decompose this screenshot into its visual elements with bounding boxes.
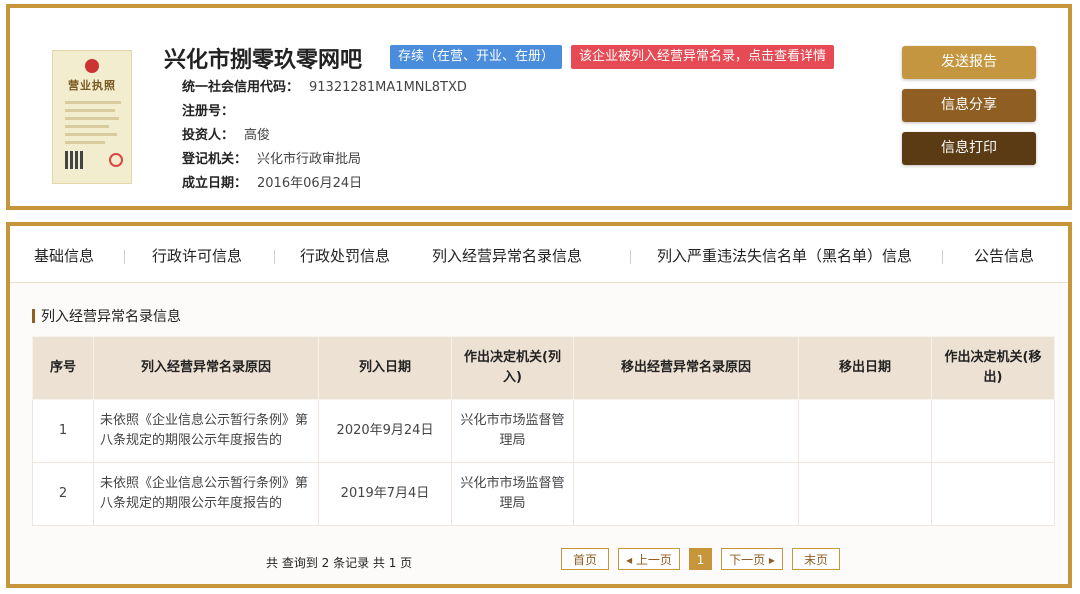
info-investor: 投资人： 高俊 xyxy=(182,124,270,143)
info-label: 投资人： xyxy=(182,128,235,143)
section-title: 列入经营异常名录信息 xyxy=(32,306,181,326)
col-header-remove-authority: 作出决定机关(移出) xyxy=(931,336,1055,400)
table-row: 2 未依照《企业信息公示暂行条例》第八条规定的期限公示年度报告的 2019年7月… xyxy=(32,462,1055,526)
cell-date: 2019年7月4日 xyxy=(318,462,452,526)
license-text-line xyxy=(65,141,105,144)
col-header-reason: 列入经营异常名录原因 xyxy=(93,336,319,400)
qr-code-icon xyxy=(65,151,83,169)
detail-panel: 基础信息 行政许可信息 行政处罚信息 列入经营异常名录信息 列入严重违法失信名单… xyxy=(6,222,1072,588)
company-header-panel: 营业执照 兴化市捌零玖零网吧 存续（在营、开业、在册） 该企业被列入经营异常名录… xyxy=(6,4,1072,210)
table-row: 1 未依照《企业信息公示暂行条例》第八条规定的期限公示年度报告的 2020年9月… xyxy=(32,399,1055,463)
pager-first-button[interactable]: 首页 xyxy=(561,548,609,570)
cell-remove-date xyxy=(798,399,932,463)
info-label: 登记机关： xyxy=(182,152,248,167)
business-license-image[interactable]: 营业执照 xyxy=(52,50,132,184)
tab-separator xyxy=(942,250,943,264)
info-label: 统一社会信用代码： xyxy=(182,80,300,95)
cell-date: 2020年9月24日 xyxy=(318,399,452,463)
pager-page-1[interactable]: 1 xyxy=(689,548,712,570)
cell-authority: 兴化市市场监督管理局 xyxy=(451,399,574,463)
send-report-button[interactable]: 发送报告 xyxy=(902,46,1036,79)
tab-admin-penalty[interactable]: 行政处罚信息 xyxy=(300,242,390,270)
cell-remove-date xyxy=(798,462,932,526)
tab-admin-license[interactable]: 行政许可信息 xyxy=(152,242,242,270)
tab-separator xyxy=(630,250,631,264)
abnormal-warning-badge[interactable]: 该企业被列入经营异常名录，点击查看详情 xyxy=(571,45,835,69)
license-text-line xyxy=(65,125,109,128)
license-title: 营业执照 xyxy=(68,79,116,92)
abnormal-list-table: 序号 列入经营异常名录原因 列入日期 作出决定机关(列入) 移出经营异常名录原因… xyxy=(32,336,1055,526)
cell-no: 2 xyxy=(32,462,94,526)
pager-summary: 共 查询到 2 条记录 共 1 页 xyxy=(266,556,413,570)
cell-authority: 兴化市市场监督管理局 xyxy=(451,462,574,526)
info-value: 91321281MA1MNL8TXD xyxy=(309,80,467,95)
license-text-line xyxy=(65,109,115,112)
info-credit-code: 统一社会信用代码： 91321281MA1MNL8TXD xyxy=(182,76,467,95)
cell-remove-reason xyxy=(573,399,799,463)
cell-remove-authority xyxy=(931,462,1055,526)
col-header-no: 序号 xyxy=(32,336,94,400)
info-value: 高俊 xyxy=(244,128,271,143)
info-establish-date: 成立日期： 2016年06月24日 xyxy=(182,172,362,191)
license-text-line xyxy=(65,117,119,120)
company-name: 兴化市捌零玖零网吧 xyxy=(164,48,363,73)
tab-bar: 基础信息 行政许可信息 行政处罚信息 列入经营异常名录信息 列入严重违法失信名单… xyxy=(10,226,1068,283)
col-header-remove-reason: 移出经营异常名录原因 xyxy=(573,336,799,400)
tab-blacklist[interactable]: 列入严重违法失信名单（黑名单）信息 xyxy=(657,242,912,270)
info-registration-authority: 登记机关： 兴化市行政审批局 xyxy=(182,148,361,167)
share-info-button[interactable]: 信息分享 xyxy=(902,89,1036,122)
info-label: 注册号： xyxy=(182,104,235,119)
cell-no: 1 xyxy=(32,399,94,463)
pager-prev-button[interactable]: ◂ 上一页 xyxy=(618,548,680,570)
col-header-remove-date: 移出日期 xyxy=(798,336,932,400)
tab-separator xyxy=(274,250,275,264)
cell-remove-authority xyxy=(931,399,1055,463)
info-value: 兴化市行政审批局 xyxy=(257,152,362,167)
seal-icon xyxy=(109,153,123,167)
info-label: 成立日期： xyxy=(182,176,248,191)
tab-separator xyxy=(124,250,125,264)
cell-reason: 未依照《企业信息公示暂行条例》第八条规定的期限公示年度报告的 xyxy=(93,399,319,463)
info-value: 2016年06月24日 xyxy=(257,176,363,191)
cell-remove-reason xyxy=(573,462,799,526)
license-text-line xyxy=(65,101,121,104)
pager-last-button[interactable]: 末页 xyxy=(792,548,840,570)
info-registration-number: 注册号： xyxy=(182,100,244,119)
tab-basic-info[interactable]: 基础信息 xyxy=(34,242,94,270)
tab-announcements[interactable]: 公告信息 xyxy=(974,242,1034,270)
pager-next-button[interactable]: 下一页 ▸ xyxy=(721,548,783,570)
national-emblem-icon xyxy=(85,59,99,73)
cell-reason: 未依照《企业信息公示暂行条例》第八条规定的期限公示年度报告的 xyxy=(93,462,319,526)
license-text-line xyxy=(65,133,117,136)
status-badge: 存续（在营、开业、在册） xyxy=(390,45,563,69)
print-info-button[interactable]: 信息打印 xyxy=(902,132,1036,165)
col-header-date: 列入日期 xyxy=(318,336,452,400)
col-header-authority: 作出决定机关(列入) xyxy=(451,336,574,400)
tab-abnormal-list[interactable]: 列入经营异常名录信息 xyxy=(432,242,582,270)
table-header-row: 序号 列入经营异常名录原因 列入日期 作出决定机关(列入) 移出经营异常名录原因… xyxy=(32,336,1055,400)
